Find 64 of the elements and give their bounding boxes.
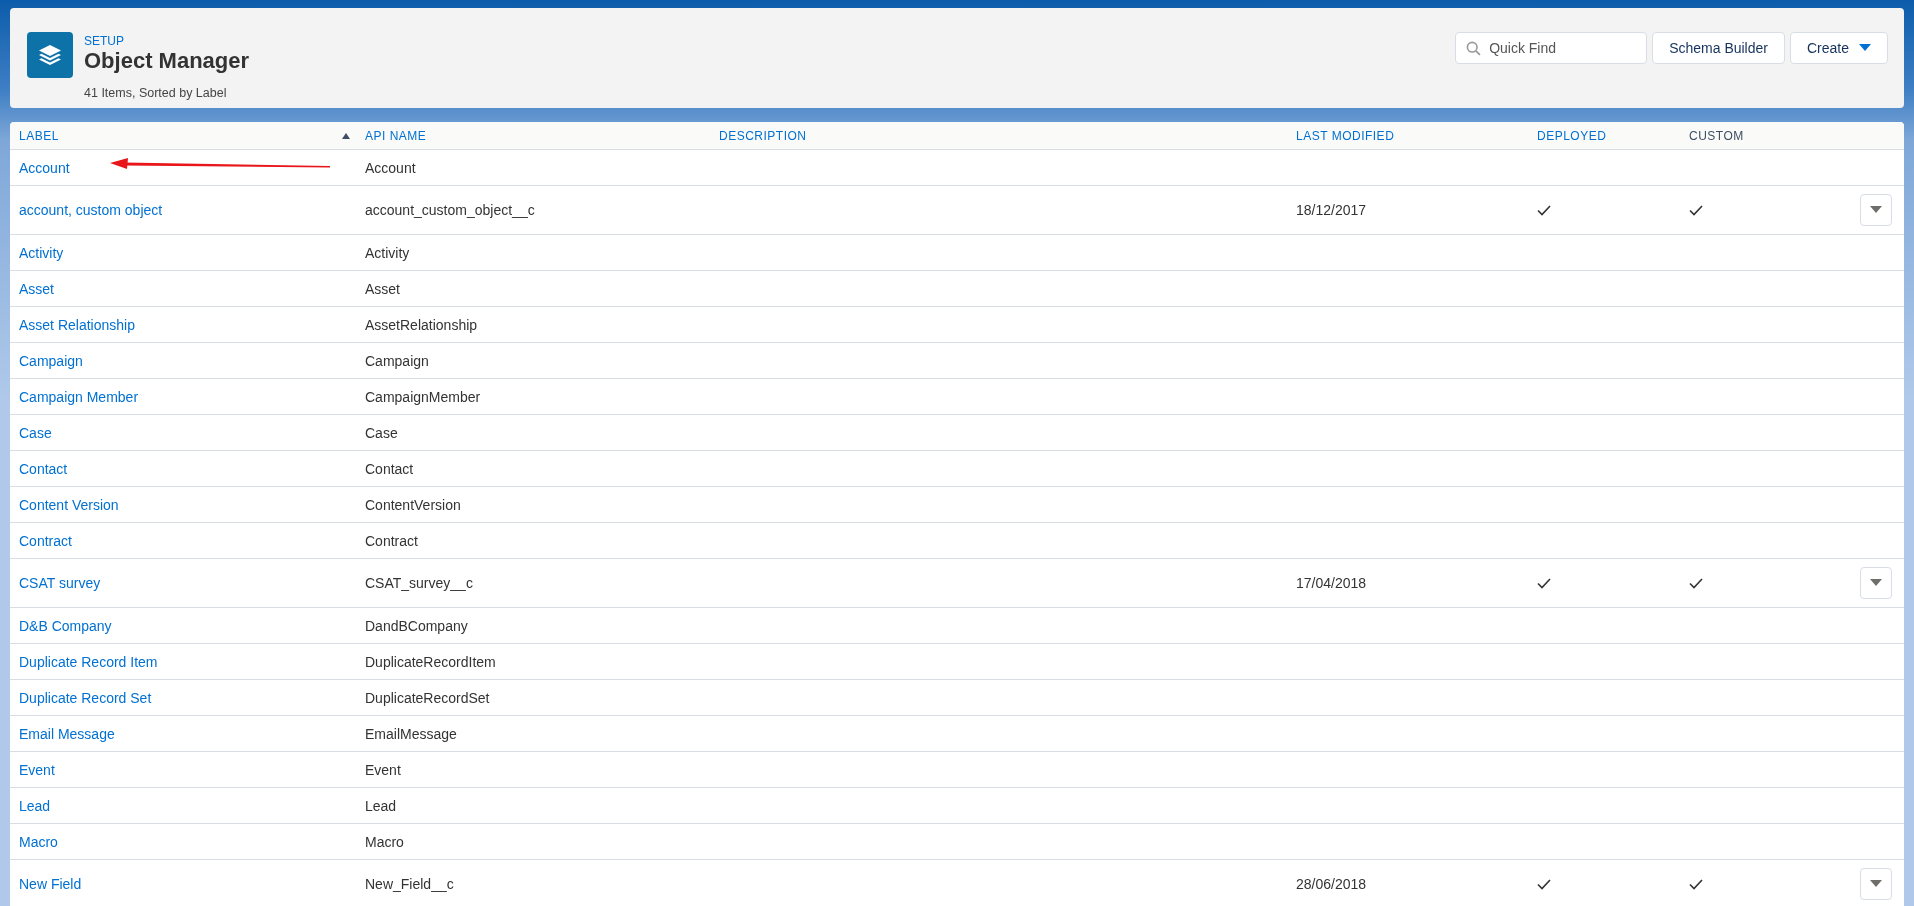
api-name-cell: Activity	[365, 244, 410, 261]
object-link[interactable]: Email Message	[19, 725, 115, 742]
object-link[interactable]: Campaign Member	[19, 388, 139, 405]
column-header[interactable]: LABEL	[19, 128, 59, 143]
object-link[interactable]: Macro	[19, 833, 58, 850]
page-title: Object Manager	[84, 48, 250, 74]
layers-icon	[27, 32, 73, 78]
api-name-cell: ContentVersion	[365, 496, 461, 513]
object-link[interactable]: Duplicate Record Item	[19, 653, 158, 670]
api-name-cell: AssetRelationship	[365, 316, 478, 333]
api-name-cell: Contact	[365, 460, 414, 477]
date-cell: 28/06/2018	[1296, 876, 1367, 892]
object-link[interactable]: Duplicate Record Set	[19, 689, 152, 706]
api-name-cell: DandBCompany	[365, 617, 468, 634]
caret-icon	[1870, 206, 1882, 214]
column-header: CUSTOM	[1689, 128, 1744, 143]
breadcrumb: SETUP	[84, 34, 125, 48]
api-name-cell: CampaignMember	[365, 388, 481, 405]
caret-icon	[1859, 44, 1871, 52]
object-link[interactable]: Account	[19, 159, 70, 176]
object-link[interactable]: Campaign	[19, 352, 83, 369]
object-link[interactable]: Event	[19, 761, 55, 778]
api-name-cell: EmailMessage	[365, 725, 457, 742]
date-cell: 17/04/2018	[1296, 575, 1367, 591]
row-actions-button[interactable]	[1860, 868, 1892, 900]
object-link[interactable]: Asset	[19, 280, 54, 297]
object-link[interactable]: Activity	[19, 244, 64, 261]
api-name-cell: Account	[365, 159, 416, 176]
header-button[interactable]: Create	[1789, 32, 1888, 64]
object-link[interactable]: New Field	[19, 876, 82, 892]
object-link[interactable]: Contact	[19, 460, 68, 477]
object-link[interactable]: Contract	[19, 532, 72, 549]
api-name-cell: DuplicateRecordSet	[365, 689, 490, 706]
date-cell: 18/12/2017	[1296, 202, 1367, 218]
object-link[interactable]: Asset Relationship	[19, 316, 135, 333]
api-name-cell: Case	[365, 424, 398, 441]
api-name-cell: DuplicateRecordItem	[365, 653, 496, 670]
row-actions-button[interactable]	[1860, 194, 1892, 226]
search-icon	[1466, 41, 1482, 56]
api-name-cell: New_Field__c	[365, 876, 454, 892]
search-field[interactable]: Quick Find	[1455, 32, 1648, 64]
column-header[interactable]: DEPLOYED	[1537, 128, 1607, 143]
object-link[interactable]: account, custom object	[19, 202, 163, 218]
column-header[interactable]: LAST MODIFIED	[1296, 128, 1395, 143]
item-count: 41 Items, Sorted by Label	[84, 86, 228, 100]
api-name-cell: Asset	[365, 280, 400, 297]
api-name-cell: Event	[365, 761, 401, 778]
api-name-cell: Contract	[365, 532, 418, 549]
api-name-cell: Macro	[365, 833, 404, 850]
object-link[interactable]: Case	[19, 424, 52, 441]
api-name-cell: account_custom_object__c	[365, 202, 535, 218]
object-link[interactable]: CSAT survey	[19, 575, 101, 591]
caret-icon	[1870, 880, 1882, 888]
column-header[interactable]: DESCRIPTION	[719, 128, 807, 143]
column-header[interactable]: API NAME	[365, 128, 427, 143]
api-name-cell: Lead	[365, 797, 397, 814]
object-link[interactable]: D&B Company	[19, 617, 112, 634]
api-name-cell: Campaign	[365, 352, 429, 369]
object-link[interactable]: Content Version	[19, 496, 119, 513]
api-name-cell: CSAT_survey__c	[365, 575, 473, 591]
object-link[interactable]: Lead	[19, 797, 51, 814]
caret-icon	[1870, 579, 1882, 587]
header-button[interactable]: Schema Builder	[1652, 32, 1785, 64]
row-actions-button[interactable]	[1860, 567, 1892, 599]
